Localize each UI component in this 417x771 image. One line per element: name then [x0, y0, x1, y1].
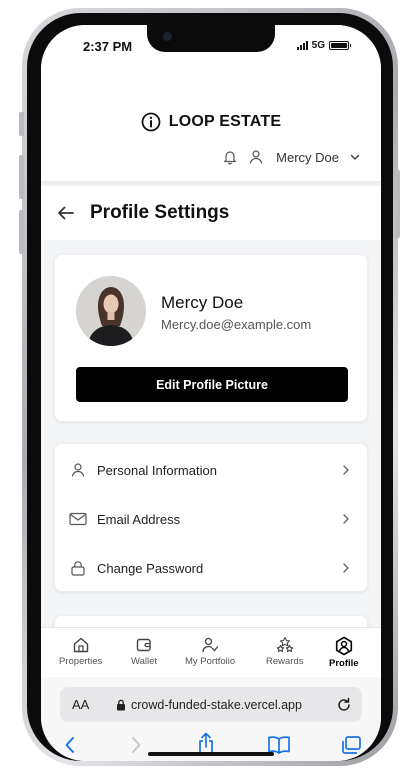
- bell-icon[interactable]: [222, 149, 238, 165]
- volume-down-button: [19, 210, 24, 254]
- settings-list: Personal Information Email Address Chang…: [54, 443, 368, 592]
- settings-item-email-address[interactable]: Email Address: [55, 494, 369, 544]
- settings-item-label: Change Password: [97, 560, 204, 576]
- chevron-right-icon: [343, 465, 349, 475]
- settings-item-label: Personal Information: [97, 462, 217, 478]
- url-text: crowd-funded-stake.vercel.app: [131, 697, 302, 712]
- profile-email: Mercy.doe@example.com: [161, 317, 312, 332]
- chevron-right-icon: [343, 563, 349, 573]
- mail-icon: [69, 512, 87, 526]
- brand-title: LOOP ESTATE: [168, 113, 282, 130]
- lock-icon: [117, 699, 125, 710]
- nav-label: Properties: [59, 656, 103, 667]
- info-logo-icon: [141, 112, 161, 132]
- browser-bar: AA crowd-funded-stake.vercel.app: [41, 677, 381, 761]
- page-title-bar: Profile Settings: [41, 186, 381, 240]
- nav-item-wallet[interactable]: Wallet: [131, 636, 157, 667]
- nav-label: My Portfolio: [185, 656, 236, 667]
- user-menu[interactable]: Mercy Doe: [222, 149, 361, 165]
- tabs-icon[interactable]: [340, 735, 362, 755]
- phone-screen: 2:37 PM 5G LOOP ESTATE Mercy Doe Profile…: [41, 25, 381, 761]
- nav-item-properties[interactable]: Properties: [59, 636, 102, 667]
- nav-item-rewards[interactable]: Rewards: [266, 636, 304, 667]
- wallet-icon: [136, 638, 151, 652]
- nav-label: Profile: [329, 658, 359, 669]
- page-title: Profile Settings: [90, 202, 230, 223]
- header-user-name: Mercy Doe: [276, 149, 339, 165]
- volume-up-button: [19, 155, 24, 199]
- url-display[interactable]: crowd-funded-stake.vercel.app: [116, 698, 302, 712]
- user-icon: [71, 463, 85, 477]
- mute-switch: [19, 112, 24, 136]
- reader-aa-button[interactable]: AA: [72, 697, 89, 712]
- nav-label: Wallet: [131, 656, 158, 667]
- bottom-nav: Properties Wallet My Portfolio Rewards P…: [41, 627, 381, 677]
- edit-profile-picture-button[interactable]: Edit Profile Picture: [76, 367, 348, 402]
- notch: [147, 25, 275, 52]
- status-time: 2:37 PM: [83, 39, 133, 54]
- status-indicators: 5G: [296, 40, 351, 51]
- brand[interactable]: LOOP ESTATE: [41, 112, 381, 132]
- home-icon: [73, 637, 88, 653]
- nav-item-profile[interactable]: Profile: [329, 636, 359, 669]
- nav-item-my-portfolio[interactable]: My Portfolio: [185, 636, 235, 667]
- profile-card: Mercy Doe Mercy.doe@example.com Edit Pro…: [54, 254, 368, 422]
- settings-item-change-password[interactable]: Change Password: [55, 543, 369, 593]
- signal-icon: [296, 41, 308, 50]
- nav-label: Rewards: [266, 656, 304, 667]
- profile-name: Mercy Doe: [161, 293, 244, 312]
- browser-back-icon[interactable]: [63, 735, 77, 755]
- address-bar[interactable]: AA crowd-funded-stake.vercel.app: [60, 687, 362, 722]
- lock-icon: [71, 561, 85, 576]
- app-header: LOOP ESTATE Mercy Doe: [41, 69, 381, 181]
- front-camera: [163, 32, 172, 41]
- browser-forward-icon[interactable]: [129, 735, 143, 755]
- chevron-right-icon: [343, 514, 349, 524]
- avatar: [76, 276, 146, 346]
- chevron-down-icon[interactable]: [349, 151, 361, 163]
- rewards-icon: [276, 636, 293, 653]
- profile-icon: [335, 636, 352, 656]
- settings-item-label: Email Address: [97, 511, 181, 527]
- avatar-photo: [76, 276, 146, 346]
- reload-icon[interactable]: [336, 697, 352, 713]
- network-label: 5G: [311, 40, 325, 51]
- home-indicator: [148, 752, 274, 756]
- battery-icon: [329, 41, 351, 50]
- power-button: [395, 170, 400, 238]
- settings-item-personal-information[interactable]: Personal Information: [55, 445, 369, 495]
- user-icon: [250, 150, 263, 164]
- back-arrow-icon[interactable]: [56, 205, 76, 221]
- portfolio-icon: [202, 637, 219, 653]
